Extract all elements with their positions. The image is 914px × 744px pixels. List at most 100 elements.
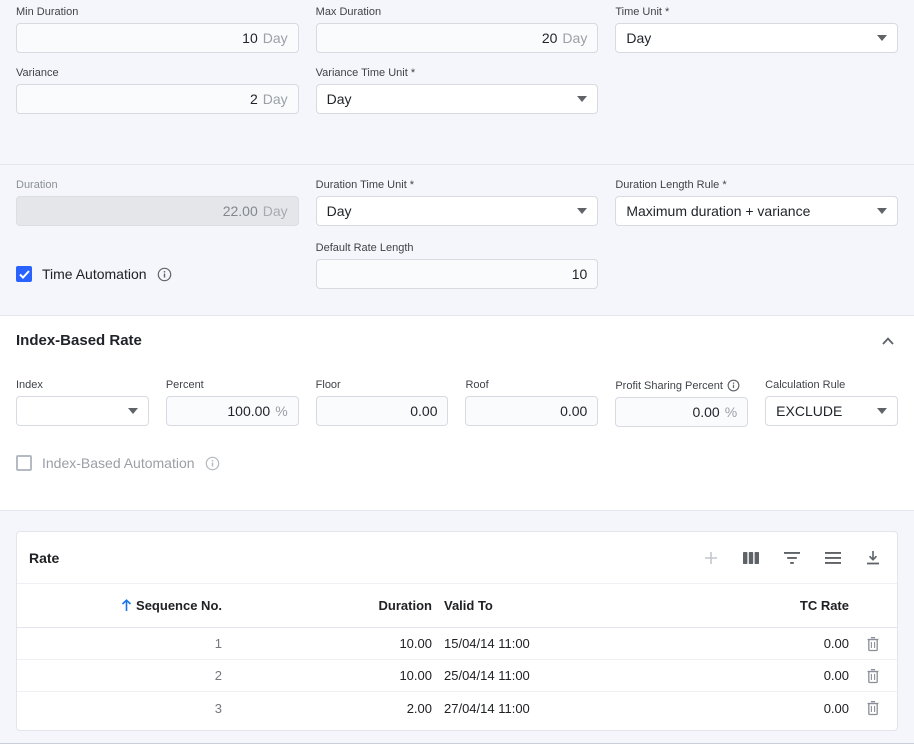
chevron-down-icon	[877, 35, 887, 41]
calculation-rule-label: Calculation Rule	[765, 379, 898, 391]
duration-cell: 10.00	[222, 636, 432, 651]
chevron-down-icon	[877, 408, 887, 414]
index-automation-checkbox	[16, 455, 32, 471]
time-automation-checkbox-row[interactable]: Time Automation	[16, 266, 299, 282]
valid-to-cell: 25/04/14 11:00	[432, 668, 697, 683]
rate-area: Rate	[0, 511, 914, 731]
max-duration-input[interactable]: 20 Day	[316, 23, 599, 53]
percent-label: Percent	[166, 379, 299, 391]
valid-to-cell: 15/04/14 11:00	[432, 636, 697, 651]
rate-card: Rate	[16, 531, 898, 731]
sequence-no-column-header[interactable]: Sequence No.	[17, 598, 222, 613]
duration-length-rule-value: Maximum duration + variance	[626, 203, 810, 219]
variance-time-unit-value: Day	[327, 91, 352, 107]
variance-field: Variance 2 Day	[16, 67, 299, 114]
rate-card-header: Rate	[17, 532, 897, 584]
index-select[interactable]	[16, 396, 149, 426]
duration-length-rule-field: Duration Length Rule * Maximum duration …	[615, 179, 898, 226]
profit-sharing-label: Profit Sharing Percent	[615, 379, 748, 392]
info-icon[interactable]	[727, 379, 740, 392]
density-icon[interactable]	[824, 551, 842, 565]
profit-sharing-field: Profit Sharing Percent 0.00 %	[615, 379, 748, 427]
time-automation-checkbox[interactable]	[16, 266, 32, 282]
columns-icon[interactable]	[742, 550, 760, 566]
download-icon[interactable]	[865, 550, 881, 566]
valid-to-cell: 27/04/14 11:00	[432, 701, 697, 716]
duration-label: Duration	[16, 179, 299, 191]
delete-row-icon[interactable]	[849, 700, 897, 716]
index-fields-row: Index Percent 100.00 % Floor 0.00 Roof 0…	[16, 379, 898, 427]
form-row-1: Min Duration 10 Day Max Duration 20 Day …	[16, 6, 898, 53]
variance-suffix: Day	[263, 91, 288, 107]
roof-value: 0.00	[560, 403, 587, 419]
variance-input[interactable]: 2 Day	[16, 84, 299, 114]
max-duration-suffix: Day	[562, 30, 587, 46]
rate-table-body: 1 10.00 15/04/14 11:00 0.00 2 10.00 25/0…	[17, 628, 897, 730]
form-row-4: Time Automation Default Rate Length 10	[16, 242, 898, 289]
duration-time-unit-label: Duration Time Unit *	[316, 179, 599, 191]
duration-length-rule-select[interactable]: Maximum duration + variance	[615, 196, 898, 226]
chevron-up-icon[interactable]	[878, 333, 898, 349]
index-automation-checkbox-row: Index-Based Automation	[16, 455, 898, 471]
sequence-cell: 1	[17, 636, 222, 651]
profit-sharing-suffix: %	[725, 404, 737, 420]
min-duration-label: Min Duration	[16, 6, 299, 18]
duration-form-section: Min Duration 10 Day Max Duration 20 Day …	[0, 0, 914, 164]
delete-row-icon[interactable]	[849, 636, 897, 652]
info-icon[interactable]	[157, 267, 172, 282]
duration-time-unit-select[interactable]: Day	[316, 196, 599, 226]
valid-to-column-header[interactable]: Valid To	[432, 598, 697, 613]
sort-ascending-icon[interactable]	[121, 599, 132, 612]
max-duration-field: Max Duration 20 Day	[316, 6, 599, 53]
variance-time-unit-field: Variance Time Unit * Day	[316, 67, 599, 114]
variance-time-unit-select[interactable]: Day	[316, 84, 599, 114]
duration-value: 22.00	[223, 203, 258, 219]
index-label: Index	[16, 379, 149, 391]
default-rate-length-label: Default Rate Length	[316, 242, 599, 254]
calculation-rule-field: Calculation Rule EXCLUDE	[765, 379, 898, 427]
tc-rate-column-header[interactable]: TC Rate	[697, 598, 849, 613]
roof-input[interactable]: 0.00	[465, 396, 598, 426]
min-duration-field: Min Duration 10 Day	[16, 6, 299, 53]
percent-input[interactable]: 100.00 %	[166, 396, 299, 426]
sequence-cell: 2	[17, 668, 222, 683]
time-unit-select[interactable]: Day	[615, 23, 898, 53]
duration-column-header[interactable]: Duration	[222, 598, 432, 613]
calculation-rule-select[interactable]: EXCLUDE	[765, 396, 898, 426]
duration-time-unit-value: Day	[327, 203, 352, 219]
duration-suffix: Day	[263, 203, 288, 219]
table-row: 2 10.00 25/04/14 11:00 0.00	[17, 660, 897, 692]
chevron-down-icon	[577, 96, 587, 102]
tc-rate-cell: 0.00	[697, 668, 849, 683]
index-field: Index	[16, 379, 149, 427]
variance-value: 2	[250, 91, 258, 107]
min-duration-value: 10	[242, 30, 258, 46]
min-duration-input[interactable]: 10 Day	[16, 23, 299, 53]
time-unit-field: Time Unit * Day	[615, 6, 898, 53]
sequence-cell: 3	[17, 701, 222, 716]
duration-length-rule-label: Duration Length Rule *	[615, 179, 898, 191]
table-row: 1 10.00 15/04/14 11:00 0.00	[17, 628, 897, 660]
default-rate-length-input[interactable]: 10	[316, 259, 599, 289]
table-row: 3 2.00 27/04/14 11:00 0.00	[17, 692, 897, 724]
info-icon[interactable]	[205, 456, 220, 471]
tc-rate-cell: 0.00	[697, 701, 849, 716]
variance-label: Variance	[16, 67, 299, 79]
profit-sharing-label-text: Profit Sharing Percent	[615, 380, 723, 392]
time-unit-value: Day	[626, 30, 651, 46]
delete-row-icon[interactable]	[849, 668, 897, 684]
calculation-rule-value: EXCLUDE	[776, 403, 842, 419]
tc-rate-cell: 0.00	[697, 636, 849, 651]
percent-suffix: %	[275, 403, 287, 419]
max-duration-value: 20	[542, 30, 558, 46]
floor-input[interactable]: 0.00	[316, 396, 449, 426]
roof-label: Roof	[465, 379, 598, 391]
min-duration-suffix: Day	[263, 30, 288, 46]
variance-time-unit-label: Variance Time Unit *	[316, 67, 599, 79]
chevron-down-icon	[877, 208, 887, 214]
filter-icon[interactable]	[783, 551, 801, 565]
rate-table-header-row: Sequence No. Duration Valid To TC Rate	[17, 584, 897, 628]
profit-sharing-input[interactable]: 0.00 %	[615, 397, 748, 427]
default-rate-length-field: Default Rate Length 10	[316, 242, 599, 289]
rate-toolbar	[703, 550, 881, 566]
